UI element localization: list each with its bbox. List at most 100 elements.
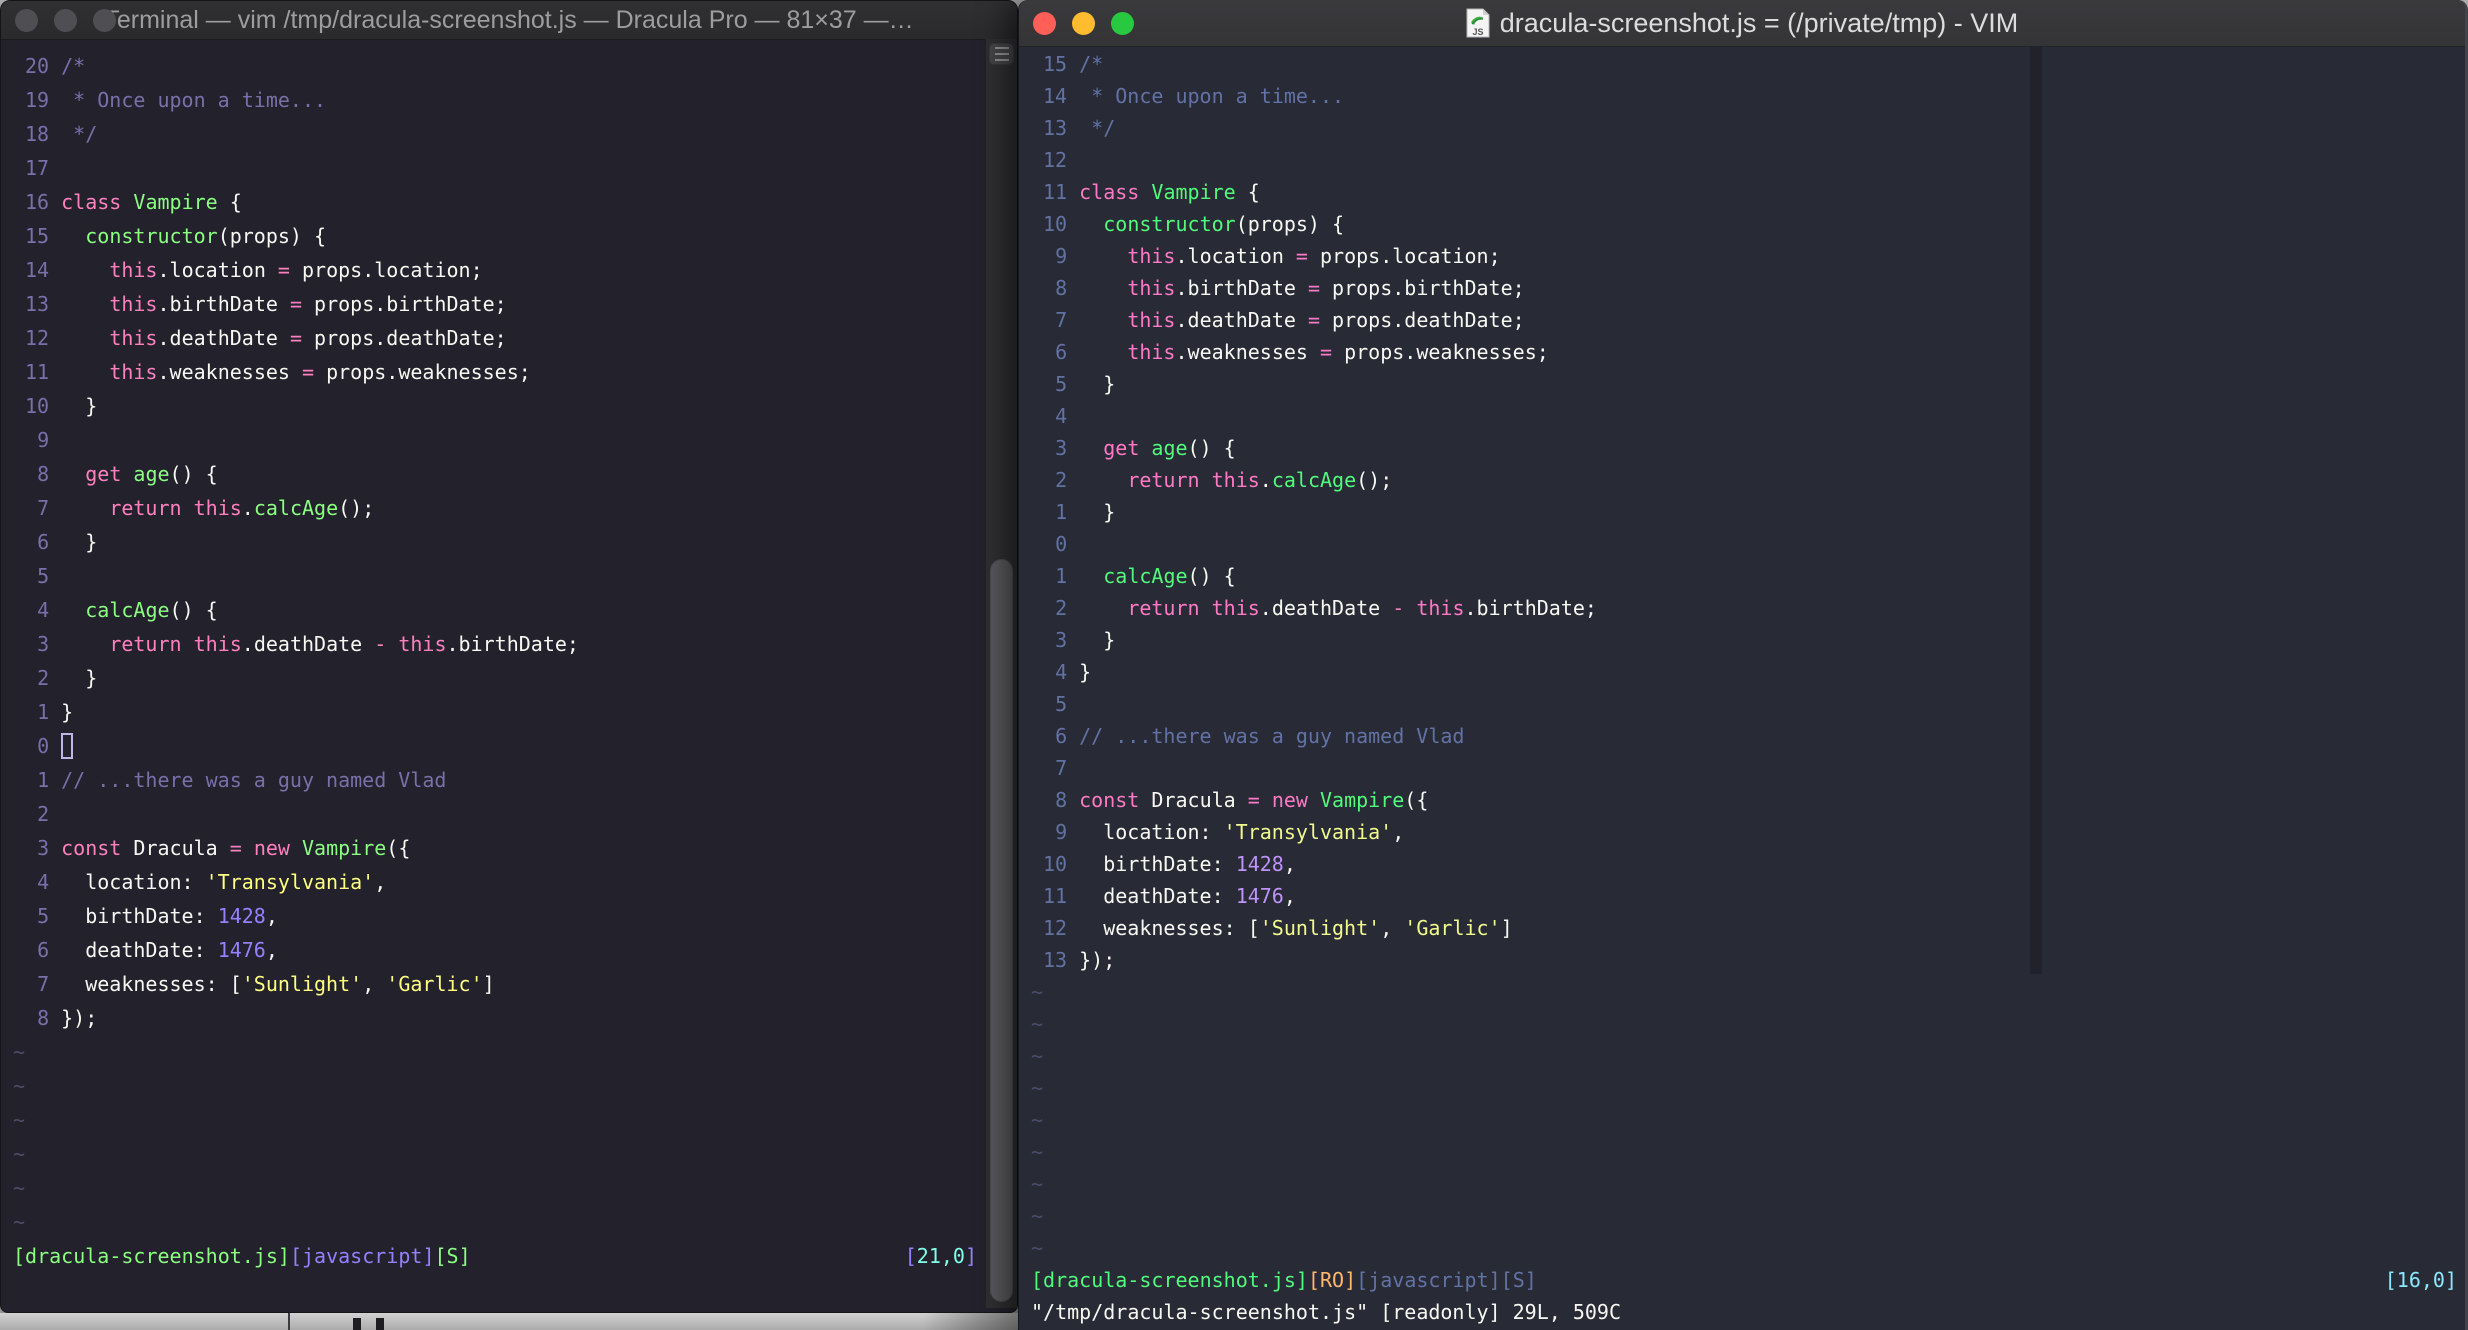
line-number: 4: [37, 598, 50, 622]
code-line: 11 this .weaknesses = props.weaknesses;: [13, 355, 985, 389]
line-number: 2: [1055, 468, 1068, 492]
line-number: 3: [1055, 628, 1068, 652]
code-line: 4}: [1031, 656, 2465, 688]
code-line: 20/*: [13, 49, 985, 83]
code-line: 13 */: [1031, 112, 2465, 144]
vim-statusline: [dracula-screenshot.js][javascript][S] [2…: [13, 1244, 977, 1268]
line-number: 2: [37, 802, 50, 826]
document-icon: JS: [1466, 8, 1490, 38]
line-number: 13: [1043, 116, 1068, 140]
code-line: 3 }: [1031, 624, 2465, 656]
filler-line: ~: [1031, 1172, 1044, 1196]
line-number: 4: [37, 870, 50, 894]
code-line: 1// ...there was a guy named Vlad: [13, 763, 985, 797]
code-line: 10 constructor (props) {: [1031, 208, 2465, 240]
code-line: 2 return this. calcAge ();: [1031, 464, 2465, 496]
line-number: 10: [1043, 212, 1068, 236]
code-line: 7 weaknesses: ['Sunlight', 'Garlic']: [13, 967, 985, 1001]
minimize-button[interactable]: [1072, 11, 1095, 35]
background-text-fragment: [353, 1318, 361, 1330]
terminal-titlebar[interactable]: Terminal — vim /tmp/dracula-screenshot.j…: [1, 1, 1017, 40]
code-line: 9 this .location = props.location;: [1031, 240, 2465, 272]
code-line: 6// ...there was a guy named Vlad: [1031, 720, 2465, 752]
code-line: 6 this .weaknesses = props.weaknesses;: [1031, 336, 2465, 368]
line-number: 10: [1043, 852, 1068, 876]
line-number: 0: [37, 734, 50, 758]
line-number: 8: [37, 462, 50, 486]
line-number: 14: [25, 258, 50, 282]
line-number: 9: [37, 428, 50, 452]
code-line: 4 location: 'Transylvania',: [13, 865, 985, 899]
macvim-window: JS dracula-screenshot.js = (/private/tmp…: [1018, 0, 2468, 1330]
line-number: 4: [1055, 404, 1068, 428]
line-number: 9: [1055, 820, 1068, 844]
window-title: Terminal — vim /tmp/dracula-screenshot.j…: [104, 5, 914, 34]
scrollbar-thumb[interactable]: [990, 559, 1013, 1302]
line-number: 17: [25, 156, 50, 180]
code-line: 12 this .deathDate = props.deathDate;: [13, 321, 985, 355]
filler-line: ~: [1031, 1140, 1044, 1164]
svg-text:JS: JS: [1472, 27, 1483, 37]
close-button[interactable]: [15, 8, 38, 32]
code-line: 4: [1031, 400, 2465, 432]
code-line: 8 this .birthDate = props.birthDate;: [1031, 272, 2465, 304]
line-number: 7: [1055, 308, 1068, 332]
code-line: 2 return this .deathDate - this .birthDate…: [1031, 592, 2465, 624]
code-line: 6 }: [13, 525, 985, 559]
line-number: 16: [25, 190, 50, 214]
line-number: 6: [37, 530, 50, 554]
line-number: 12: [1043, 148, 1068, 172]
line-number: 1: [1055, 500, 1068, 524]
left-buffer[interactable]: 20/* 19 * Once upon a time... 18 */17 16 cla…: [1, 39, 985, 1312]
terminal-scrollbar[interactable]: [985, 39, 1017, 1308]
code-line: 4 calcAge() {: [13, 593, 985, 627]
line-number: 3: [37, 836, 50, 860]
right-buffer[interactable]: 15/* 14 * Once upon a time... 13 */12 11 cla…: [1019, 46, 2465, 1330]
line-number: 4: [1055, 660, 1068, 684]
code-line: 1 calcAge() {: [1031, 560, 2465, 592]
filler-line: ~: [13, 1108, 26, 1132]
code-line: 8 const Dracula = new Vampire({: [1031, 784, 2465, 816]
background-window-divider: [288, 1313, 290, 1330]
line-number: 11: [1043, 884, 1068, 908]
traffic-lights: [1033, 11, 1134, 35]
minimize-button[interactable]: [54, 8, 77, 32]
code-line: 11 deathDate: 1476,: [1031, 880, 2465, 912]
line-number: 10: [25, 394, 50, 418]
line-number: 18: [25, 122, 50, 146]
code-line: 16 class Vampire {: [13, 185, 985, 219]
vim-cursor: [61, 733, 74, 759]
zoom-button[interactable]: [1111, 11, 1134, 35]
line-number: 11: [1043, 180, 1068, 204]
line-number: 6: [1055, 724, 1068, 748]
macvim-titlebar[interactable]: JS dracula-screenshot.js = (/private/tmp…: [1019, 0, 2465, 47]
zoom-button[interactable]: [93, 8, 116, 32]
line-number: 14: [1043, 84, 1068, 108]
close-button[interactable]: [1033, 11, 1056, 35]
code-line: 10 }: [13, 389, 985, 423]
line-number: 3: [1055, 436, 1068, 460]
code-line: 9 location: 'Transylvania',: [1031, 816, 2465, 848]
filler-line: ~: [1031, 1108, 1044, 1132]
line-number: 6: [37, 938, 50, 962]
filler-line: ~: [13, 1176, 26, 1200]
window-title-group: JS dracula-screenshot.js = (/private/tmp…: [1019, 8, 2465, 39]
traffic-lights: [15, 8, 116, 32]
line-number: 7: [1055, 756, 1068, 780]
line-number: 1: [37, 768, 50, 792]
filler-line: ~: [1031, 1204, 1044, 1228]
code-line: 17: [13, 151, 985, 185]
filler-line: ~: [13, 1210, 26, 1234]
line-number: 11: [25, 360, 50, 384]
code-line: 3 get age() {: [1031, 432, 2465, 464]
filler-line: ~: [13, 1142, 26, 1166]
code-line: 2 }: [13, 661, 985, 695]
line-number: 7: [37, 496, 50, 520]
code-line: 14 * Once upon a time...: [1031, 80, 2465, 112]
line-number: 8: [1055, 276, 1068, 300]
line-number: 1: [37, 700, 50, 724]
filler-line: ~: [1031, 1076, 1044, 1100]
code-line: 3 const Dracula = new Vampire({: [13, 831, 985, 865]
code-line: 5: [13, 559, 985, 593]
line-number: 12: [25, 326, 50, 350]
